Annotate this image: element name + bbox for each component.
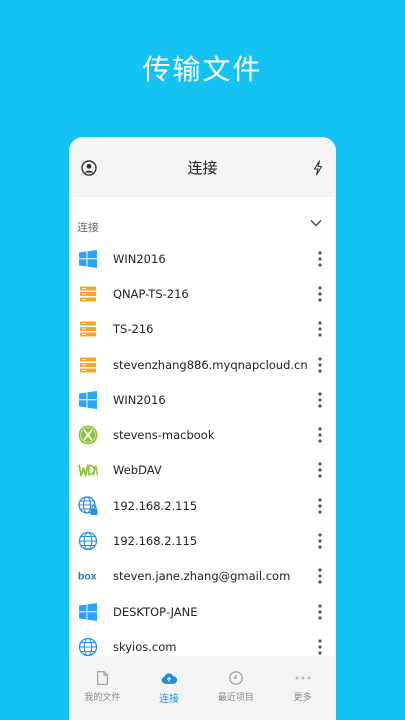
connection-name: stevens-macbook (113, 428, 215, 443)
hero-title: 传输文件 (142, 53, 263, 86)
tab-label: 我的文件 (84, 693, 121, 703)
document-icon (94, 670, 110, 686)
macos-x-icon (78, 425, 98, 445)
more-vertical-icon[interactable] (318, 251, 322, 267)
connection-name: stevenzhang886.myqnapcloud.cn (113, 357, 308, 372)
svg-text:box: box (78, 572, 97, 583)
list-item[interactable]: stevens-macbook (69, 417, 336, 452)
globe-lock-icon (78, 496, 98, 516)
connection-name: TS-216 (113, 322, 154, 337)
tab-recent[interactable]: 最近项目 (203, 656, 270, 720)
list-item[interactable]: WIN2016 (69, 241, 336, 276)
more-vertical-icon[interactable] (318, 392, 322, 408)
windows-icon (78, 249, 98, 269)
tab-label: 连接 (159, 694, 180, 705)
connection-name: 192.168.2.115 (113, 534, 198, 549)
list-item[interactable]: WebDAV (69, 453, 336, 488)
connection-list: WIN2016 QNAP-TS-216 TS-216 stevenzhang88… (69, 241, 336, 665)
more-vertical-icon[interactable] (318, 321, 322, 337)
more-vertical-icon[interactable] (318, 604, 322, 620)
connections-section-header[interactable]: 连接 (69, 211, 336, 241)
connection-name: 192.168.2.115 (113, 498, 198, 513)
list-item[interactable]: DESKTOP-JANE (69, 594, 336, 629)
tab-more[interactable]: 更多 (269, 656, 336, 720)
list-item[interactable]: box steven.jane.zhang@gmail.com (69, 559, 336, 594)
connection-name: WebDAV (113, 463, 162, 478)
phone-frame: 连接 连接 WIN2016 QNAP-TS-216 TS-216 stevenz… (69, 137, 336, 720)
more-vertical-icon[interactable] (318, 639, 322, 655)
flash-icon[interactable] (312, 160, 324, 176)
connection-name: QNAP-TS-216 (113, 286, 189, 301)
connection-name: WIN2016 (113, 251, 166, 266)
box-icon: box (78, 566, 98, 586)
more-dots-icon (295, 670, 311, 686)
chevron-down-icon (310, 220, 322, 227)
bottom-tab-bar: 我的文件 连接 最近项目 更多 (69, 656, 336, 720)
connection-name: steven.jane.zhang@gmail.com (113, 569, 291, 584)
page-title: 连接 (187, 158, 218, 177)
section-label: 连接 (77, 221, 99, 234)
nas-server-icon (78, 284, 98, 304)
list-item[interactable]: TS-216 (69, 312, 336, 347)
tab-connections[interactable]: 连接 (136, 656, 203, 720)
globe-icon (78, 531, 98, 551)
list-item[interactable]: QNAP-TS-216 (69, 276, 336, 311)
connection-name: WIN2016 (113, 392, 166, 407)
webdav-icon (78, 460, 98, 480)
connection-name: DESKTOP-JANE (113, 604, 198, 619)
windows-icon (78, 602, 98, 622)
cloud-icon (161, 670, 178, 686)
account-icon[interactable] (81, 160, 97, 176)
list-item[interactable]: WIN2016 (69, 382, 336, 417)
globe-icon (78, 637, 98, 657)
more-vertical-icon[interactable] (318, 533, 322, 549)
more-vertical-icon[interactable] (318, 498, 322, 514)
more-vertical-icon[interactable] (318, 356, 322, 373)
nas-server-icon (78, 355, 98, 375)
tab-my-files[interactable]: 我的文件 (69, 656, 136, 720)
tab-label: 更多 (293, 693, 312, 703)
more-vertical-icon[interactable] (318, 462, 322, 479)
windows-icon (78, 390, 98, 410)
clock-icon (228, 670, 244, 686)
list-item[interactable]: 192.168.2.115 (69, 488, 336, 523)
top-bar: 连接 (69, 137, 336, 197)
tab-label: 最近项目 (217, 693, 254, 703)
more-vertical-icon[interactable] (318, 427, 322, 443)
more-vertical-icon[interactable] (318, 286, 322, 302)
nas-server-icon (78, 319, 98, 339)
list-item[interactable]: stevenzhang886.myqnapcloud.cn (69, 347, 336, 382)
connection-name: skyios.com (113, 639, 177, 654)
list-item[interactable]: 192.168.2.115 (69, 523, 336, 558)
more-vertical-icon[interactable] (318, 568, 322, 584)
